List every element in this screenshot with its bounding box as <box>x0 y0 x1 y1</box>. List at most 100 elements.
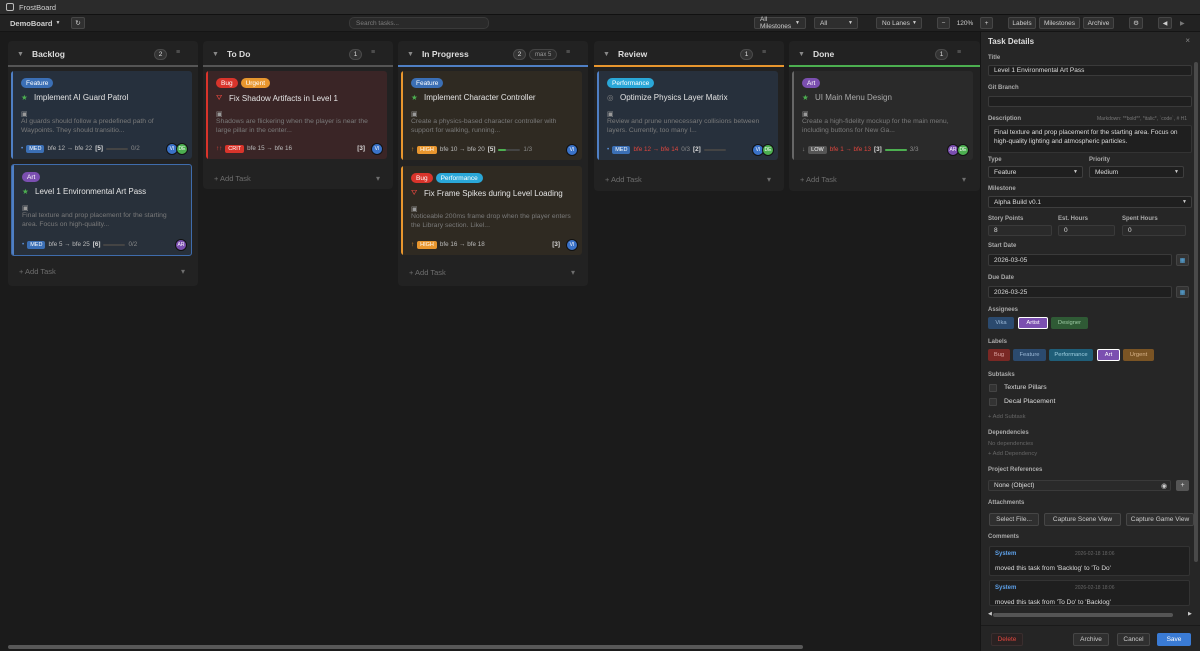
collapse-panel-button[interactable]: ◀ <box>1158 17 1172 29</box>
dependency-link-blocked[interactable]: bfe 1 → bfe 13 <box>830 146 871 153</box>
add-task-button[interactable]: + Add Task <box>409 268 446 277</box>
task-card[interactable]: Bug Urgent ⛛ Fix Shadow Artifacts in Level… <box>206 71 387 159</box>
image-icon: ▣ <box>802 111 809 118</box>
label-chip[interactable]: Feature <box>1013 349 1046 361</box>
dependency-link-blocked[interactable]: bfe 12 → bfe 14 <box>633 146 678 153</box>
priority-select[interactable]: Medium ▼ <box>1089 166 1184 178</box>
object-reference-field[interactable]: None (Object) <box>988 480 1171 491</box>
column-header[interactable]: ▼ To Do 1 ≡ <box>203 41 393 67</box>
label-chip-selected[interactable]: Art <box>1097 349 1120 361</box>
column-header[interactable]: ▼ Done 1 ≡ <box>789 41 980 67</box>
board-selector[interactable]: DemoBoard ▼ <box>10 17 60 29</box>
type-select[interactable]: Feature ▼ <box>988 166 1083 178</box>
archive-task-button[interactable]: Archive <box>1073 633 1109 646</box>
add-task-button[interactable]: + Add Task <box>605 175 642 184</box>
dependency-link[interactable]: bfe 15 → bfe 16 <box>247 145 292 152</box>
add-task-button[interactable]: + Add Task <box>214 174 251 183</box>
column-menu-icon[interactable]: ≡ <box>176 49 180 56</box>
panel-vertical-scrollbar[interactable] <box>1194 62 1198 562</box>
task-card[interactable]: Art ★ UI Main Menu Design ▣ Create a high… <box>792 71 973 160</box>
settings-button[interactable]: ⚙ <box>1129 17 1143 29</box>
app-icon <box>6 3 14 11</box>
delete-button[interactable]: Delete <box>991 633 1023 646</box>
cancel-button[interactable]: Cancel <box>1117 633 1150 646</box>
add-reference-button[interactable]: + <box>1176 480 1189 491</box>
git-branch-input[interactable] <box>988 96 1192 107</box>
story-points-input[interactable]: 8 <box>988 225 1052 236</box>
description-textarea[interactable]: Final texture and prop placement for the… <box>988 125 1192 153</box>
labels-button[interactable]: Labels <box>1008 17 1036 29</box>
add-task-button[interactable]: + Add Task <box>19 267 56 276</box>
task-card[interactable]: Feature ★ Implement Character Controller … <box>401 71 582 160</box>
add-subtask-button[interactable]: + Add Subtask <box>988 414 1026 420</box>
expand-panel-button[interactable]: ▶ <box>1180 17 1190 29</box>
spent-hours-input[interactable]: 0 <box>1122 225 1186 236</box>
task-card-selected[interactable]: Art ★ Level 1 Environmental Art Pass ▣ Fi… <box>11 164 192 256</box>
capture-game-view-button[interactable]: Capture Game View <box>1126 513 1194 526</box>
lanes-select[interactable]: No Lanes ▼ <box>876 17 922 29</box>
milestones-button[interactable]: Milestones <box>1039 17 1080 29</box>
zoom-in-button[interactable]: + <box>980 17 993 29</box>
subtask-checkbox[interactable] <box>989 398 997 406</box>
column-menu-icon[interactable]: ≡ <box>566 49 570 56</box>
search-input[interactable]: Search tasks... <box>349 17 489 29</box>
assignee-chip-selected[interactable]: Artist <box>1018 317 1048 329</box>
task-card[interactable]: Performance ◎ Optimize Physics Layer Matr… <box>597 71 778 160</box>
close-icon[interactable]: × <box>1185 36 1190 45</box>
collapse-icon[interactable]: ▼ <box>798 51 805 58</box>
save-button[interactable]: Save <box>1157 633 1191 646</box>
scroll-left-icon[interactable]: ◀ <box>988 611 992 617</box>
column-menu-icon[interactable]: ≡ <box>371 49 375 56</box>
collapse-icon[interactable]: ▼ <box>407 51 414 58</box>
milestone-filter[interactable]: All Milestones ▼ <box>754 16 806 30</box>
select-file-button[interactable]: Select File... <box>989 513 1039 526</box>
assignee-chip[interactable]: Vika <box>988 317 1014 329</box>
add-task-button[interactable]: + Add Task <box>800 175 837 184</box>
board-horizontal-scrollbar[interactable] <box>8 645 803 649</box>
archive-button[interactable]: Archive <box>1083 17 1114 29</box>
add-menu-icon[interactable]: ▾ <box>767 175 771 184</box>
calendar-icon[interactable]: ▦ <box>1176 254 1189 266</box>
calendar-icon[interactable]: ▦ <box>1176 286 1189 298</box>
add-menu-icon[interactable]: ▾ <box>571 268 575 277</box>
est-hours-input[interactable]: 0 <box>1058 225 1115 236</box>
chevron-down-icon: ▼ <box>1174 169 1179 175</box>
label-chip[interactable]: Urgent <box>1123 349 1154 361</box>
column-header[interactable]: ▼ Review 1 ≡ <box>594 41 784 67</box>
dependency-link[interactable]: bfe 12 → bfe 22 <box>47 145 92 152</box>
refresh-button[interactable]: ↻ <box>71 17 85 29</box>
type-filter[interactable]: All ▼ <box>814 17 858 29</box>
label-chip[interactable]: Performance <box>1049 349 1093 361</box>
milestone-select[interactable]: Alpha Build v0.1 ▼ <box>988 196 1192 208</box>
task-card[interactable]: Feature ★ Implement AI Guard Patrol ▣ AI … <box>11 71 192 159</box>
due-date-input[interactable]: 2026-03-25 <box>988 286 1172 298</box>
add-dependency-button[interactable]: + Add Dependency <box>988 451 1037 457</box>
collapse-icon[interactable]: ▼ <box>603 51 610 58</box>
object-picker-icon[interactable]: ◉ <box>1161 482 1167 490</box>
add-menu-icon[interactable]: ▾ <box>376 174 380 183</box>
scroll-right-icon[interactable]: ▶ <box>1188 611 1192 617</box>
zoom-out-button[interactable]: − <box>937 17 950 29</box>
title-input[interactable]: Level 1 Environmental Art Pass <box>988 65 1192 76</box>
column-header[interactable]: ▼ Backlog 2 ≡ <box>8 41 198 67</box>
tag-performance: Performance <box>607 78 655 88</box>
subtask-checkbox[interactable] <box>989 384 997 392</box>
add-menu-icon[interactable]: ▾ <box>962 175 966 184</box>
column-menu-icon[interactable]: ≡ <box>762 49 766 56</box>
assignee-chip[interactable]: Designer <box>1051 317 1088 329</box>
tag-performance: Performance <box>435 173 483 183</box>
column-header[interactable]: ▼ In Progress 2 max 5 ≡ <box>398 41 588 67</box>
column-menu-icon[interactable]: ≡ <box>957 49 961 56</box>
dependency-link[interactable]: bfe 10 → bfe 20 <box>440 146 485 153</box>
column-accent <box>8 65 198 67</box>
add-menu-icon[interactable]: ▾ <box>181 267 185 276</box>
task-card[interactable]: Bug Performance ⛛ Fix Frame Spikes during … <box>401 166 582 255</box>
dependency-link[interactable]: bfe 16 → bfe 18 <box>440 241 485 248</box>
collapse-icon[interactable]: ▼ <box>17 51 24 58</box>
start-date-input[interactable]: 2026-03-05 <box>988 254 1172 266</box>
label-chip[interactable]: Bug <box>988 349 1010 361</box>
comments-horizontal-scrollbar[interactable] <box>993 613 1173 617</box>
dependency-link[interactable]: bfe 5 → bfe 25 <box>48 241 89 248</box>
collapse-icon[interactable]: ▼ <box>212 51 219 58</box>
capture-scene-view-button[interactable]: Capture Scene View <box>1044 513 1121 526</box>
